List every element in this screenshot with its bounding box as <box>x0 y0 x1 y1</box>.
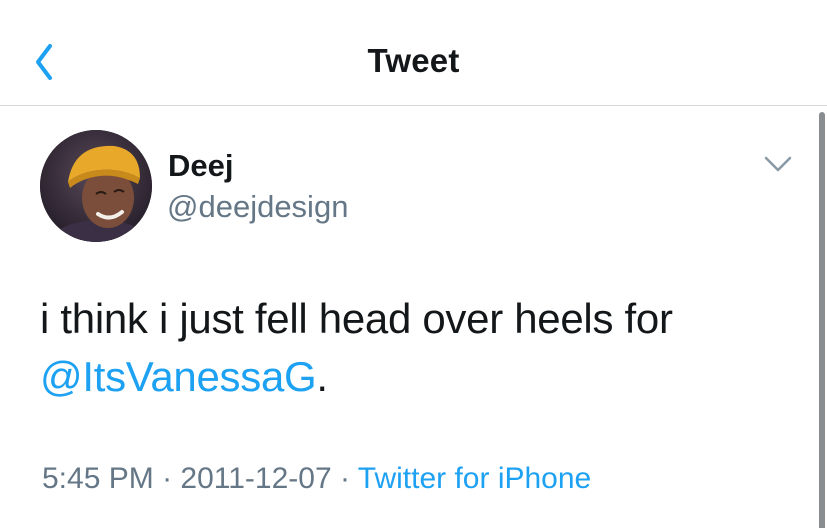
author-handle[interactable]: @deejdesign <box>167 189 348 225</box>
tweet-metadata: 5:45 PM · 2011-12-07 · Twitter for iPhon… <box>42 462 591 496</box>
tweet-text: i think i just fell head over heels for … <box>40 290 780 406</box>
chevron-down-icon <box>764 156 792 172</box>
avatar-photo <box>40 130 152 242</box>
scrollbar[interactable] <box>819 112 825 528</box>
tweet-detail-screen: Tweet Deej @deejdesign i think i just fe… <box>0 0 827 528</box>
tweet-body-end: . <box>316 353 328 400</box>
author-name[interactable]: Deej <box>168 148 233 184</box>
tweet-time: 5:45 PM <box>42 462 154 495</box>
tweet-body: i think i just fell head over heels for <box>40 295 673 342</box>
tweet-source-link[interactable]: Twitter for iPhone <box>358 462 591 495</box>
meta-separator: · <box>340 462 350 495</box>
tweet-menu-button[interactable] <box>762 152 794 176</box>
tweet-date: 2011-12-07 <box>180 462 332 495</box>
page-title: Tweet <box>367 42 460 79</box>
avatar[interactable] <box>40 130 152 242</box>
mention-link[interactable]: @ItsVanessaG <box>40 353 317 400</box>
meta-separator: · <box>162 462 173 495</box>
top-navigation-bar: Tweet <box>0 0 827 106</box>
